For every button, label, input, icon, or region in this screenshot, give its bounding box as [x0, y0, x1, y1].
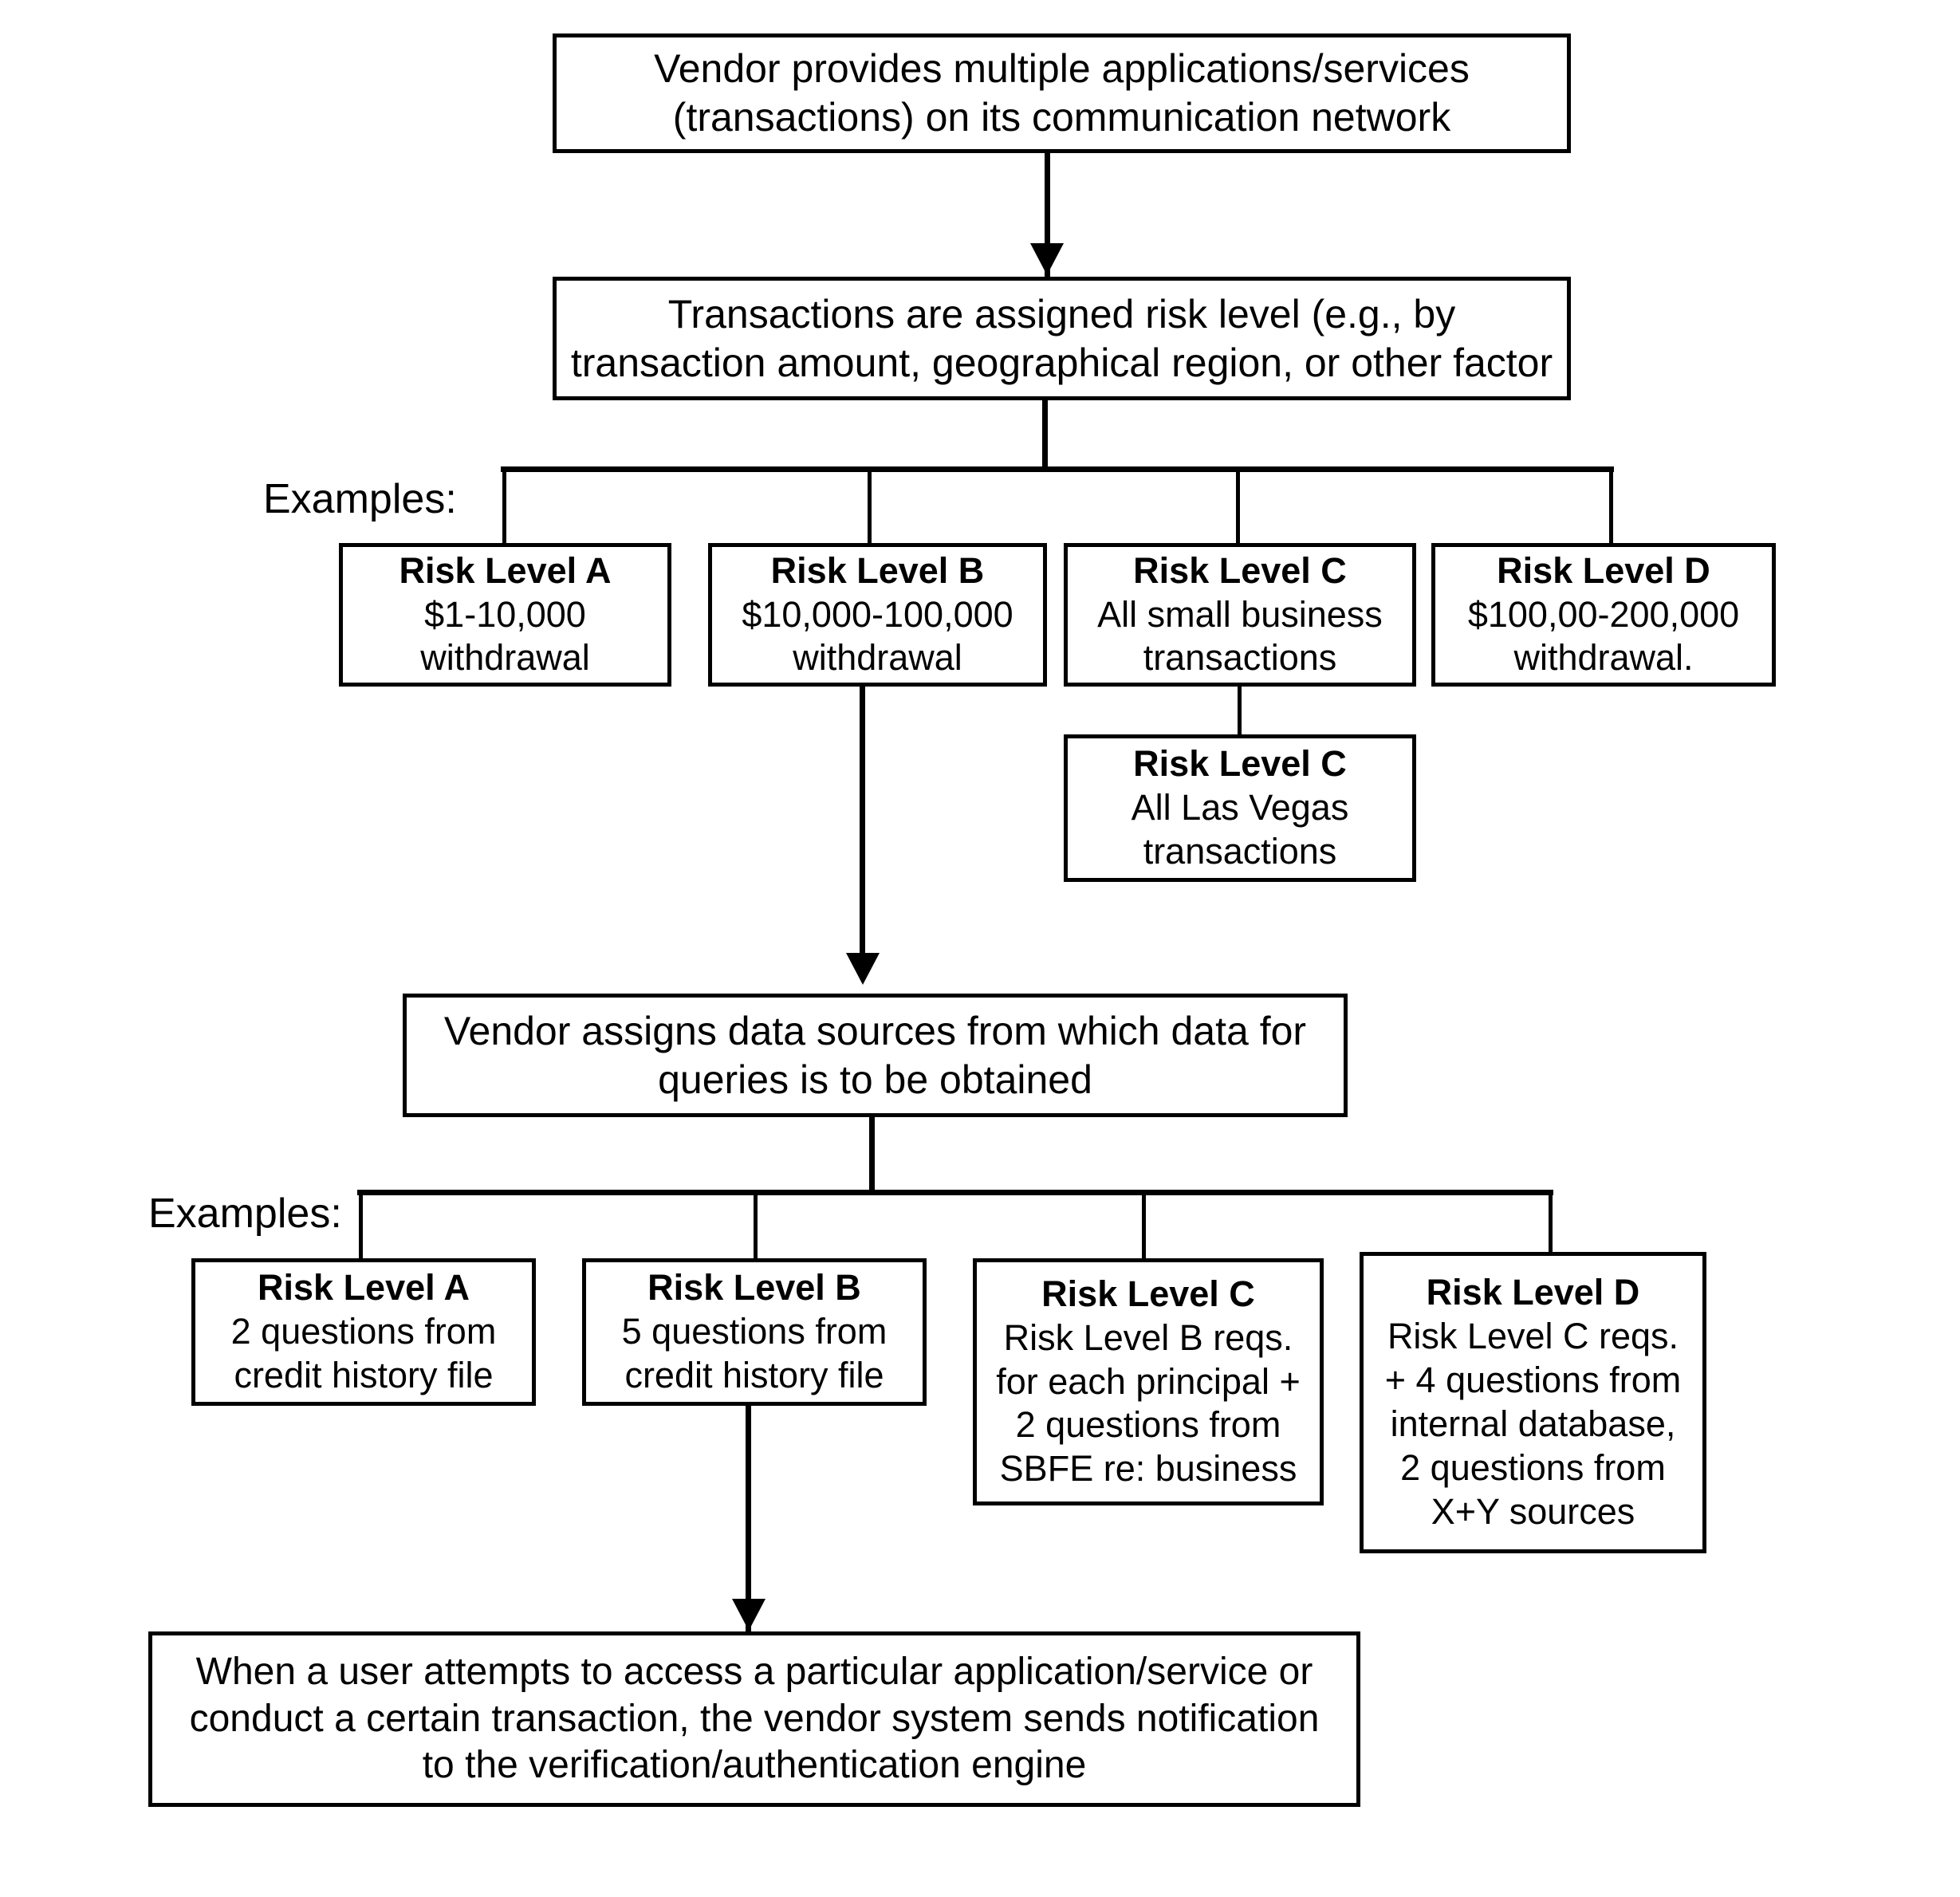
arrowhead-riskb2-to-final [732, 1599, 766, 1631]
node-risk-c-1-heading: Risk Level C [1133, 549, 1347, 591]
node-risk-a-1: Risk Level A $1-10,000 withdrawal [339, 543, 671, 687]
node-risk-c-1: Risk Level C All small business transact… [1064, 543, 1416, 687]
node-risk-c-1-line1: All small business [1097, 593, 1383, 635]
branch-drop-risk-a-1 [502, 466, 506, 543]
node-risk-d-1-line2: withdrawal. [1513, 637, 1694, 679]
node-risk-b-1: Risk Level B $10,000-100,000 withdrawal [708, 543, 1047, 687]
node-assigned-risk: Transactions are assigned risk level (e.… [553, 277, 1571, 400]
node-risk-b-1-line1: $10,000-100,000 [742, 593, 1013, 635]
node-risk-d-1-line1: $100,00-200,000 [1467, 593, 1740, 635]
node-risk-c-vegas: Risk Level C All Las Vegas transactions [1064, 734, 1416, 882]
node-vendor-provides-line2: (transactions) on its communication netw… [672, 95, 1451, 140]
node-user-attempts-line2: conduct a certain transaction, the vendo… [189, 1697, 1320, 1740]
node-risk-c-2-heading: Risk Level C [1041, 1273, 1255, 1314]
node-risk-b-2: Risk Level B 5 questions from credit his… [582, 1258, 927, 1406]
node-assigned-risk-line1: Transactions are assigned risk level (e.… [667, 291, 1456, 337]
branch-drop-risk-b-1 [868, 466, 872, 543]
node-user-attempts: When a user attempts to access a particu… [148, 1631, 1360, 1807]
node-risk-c-vegas-line2: transactions [1143, 830, 1337, 872]
node-risk-d-2-line3: internal database, [1390, 1403, 1676, 1444]
branch-drop-risk-a-2 [359, 1190, 363, 1269]
node-risk-d-2-line4: 2 questions from [1400, 1446, 1666, 1488]
node-risk-d-2-heading: Risk Level D [1426, 1272, 1640, 1313]
node-risk-b-2-line1: 5 questions from [621, 1311, 888, 1352]
branch-drop-risk-c-2 [1142, 1190, 1146, 1269]
node-user-attempts-line3: to the verification/authentication engin… [422, 1744, 1087, 1787]
connector-risklevel-trunk [1042, 400, 1048, 470]
branch-bus-risklevels-1 [501, 466, 1614, 472]
label-examples-2: Examples: [148, 1191, 342, 1237]
node-risk-c-2-line2: for each principal + [996, 1360, 1301, 1402]
arrowhead-riskb-to-vendorassigns [846, 953, 880, 985]
node-risk-b-1-heading: Risk Level B [770, 549, 985, 591]
node-risk-c-2: Risk Level C Risk Level B reqs. for each… [973, 1258, 1324, 1505]
branch-drop-risk-d-1 [1609, 466, 1613, 543]
node-risk-d-2-line1: Risk Level C reqs. [1387, 1316, 1679, 1357]
branch-drop-risk-c-1 [1236, 466, 1240, 543]
arrowhead-vendor-to-risklevel [1030, 243, 1064, 275]
node-risk-c-2-line1: Risk Level B reqs. [1003, 1316, 1293, 1358]
node-user-attempts-line1: When a user attempts to access a particu… [195, 1651, 1313, 1694]
node-risk-c-1-line2: transactions [1143, 637, 1337, 679]
node-risk-b-1-line2: withdrawal [793, 637, 962, 679]
connector-riskb-to-vendorassigns [860, 687, 865, 962]
node-vendor-provides-line1: Vendor provides multiple applications/se… [654, 46, 1470, 91]
node-risk-b-2-heading: Risk Level B [647, 1267, 861, 1309]
node-risk-a-2: Risk Level A 2 questions from credit his… [191, 1258, 536, 1406]
node-risk-a-1-line2: withdrawal [420, 637, 590, 679]
connector-vendorassigns-trunk [869, 1117, 875, 1193]
node-risk-d-2-line2: + 4 questions from [1384, 1360, 1682, 1401]
flowchart-canvas: Vendor provides multiple applications/se… [0, 0, 1960, 1897]
node-risk-c-2-line4: SBFE re: business [999, 1448, 1297, 1490]
node-risk-c-vegas-heading: Risk Level C [1133, 743, 1347, 785]
node-risk-d-1-heading: Risk Level D [1497, 549, 1710, 591]
node-risk-d-1: Risk Level D $100,00-200,000 withdrawal. [1431, 543, 1776, 687]
connector-riskb2-to-final [746, 1406, 751, 1631]
node-risk-d-2: Risk Level D Risk Level C reqs. + 4 ques… [1360, 1252, 1706, 1553]
node-vendor-assigns: Vendor assigns data sources from which d… [403, 994, 1348, 1117]
branch-bus-risklevels-2 [357, 1190, 1553, 1195]
node-risk-c-2-line3: 2 questions from [1015, 1404, 1281, 1446]
node-vendor-assigns-line2: queries is to be obtained [658, 1057, 1092, 1102]
node-risk-a-2-heading: Risk Level A [258, 1267, 470, 1309]
node-risk-a-2-line1: 2 questions from [230, 1311, 497, 1352]
node-vendor-provides: Vendor provides multiple applications/se… [553, 33, 1571, 153]
connector-riskc-to-vegas [1238, 687, 1242, 734]
node-assigned-risk-line2: transaction amount, geographical region,… [570, 340, 1553, 385]
node-risk-b-2-line2: credit history file [624, 1354, 884, 1395]
branch-drop-risk-b-2 [754, 1190, 758, 1269]
node-risk-d-2-line5: X+Y sources [1431, 1490, 1635, 1532]
node-risk-a-1-line1: $1-10,000 [424, 593, 586, 635]
node-risk-a-1-heading: Risk Level A [399, 549, 612, 591]
node-vendor-assigns-line1: Vendor assigns data sources from which d… [443, 1008, 1307, 1053]
label-examples-1: Examples: [263, 476, 457, 522]
node-risk-a-2-line2: credit history file [234, 1354, 494, 1395]
node-risk-c-vegas-line1: All Las Vegas [1131, 787, 1349, 828]
